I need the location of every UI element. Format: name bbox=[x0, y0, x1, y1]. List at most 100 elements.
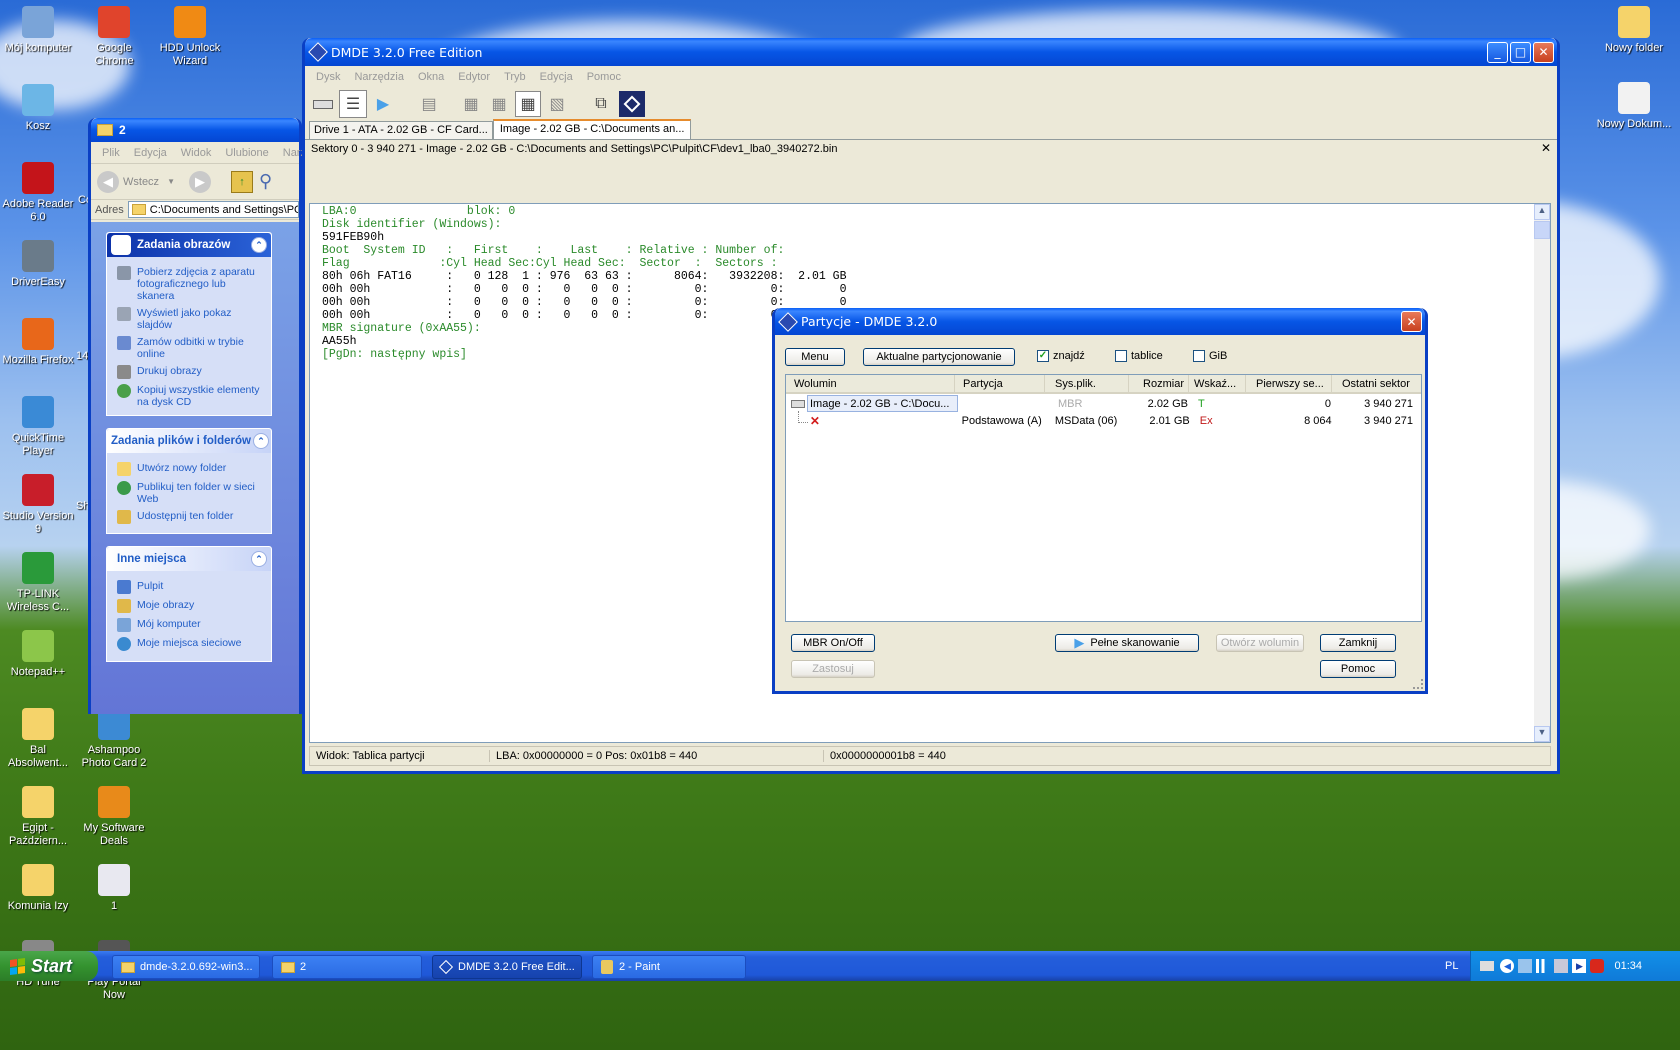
menu-edycja[interactable]: Edycja bbox=[533, 71, 580, 83]
task-link[interactable]: Udostępnij ten folder bbox=[107, 507, 271, 526]
desktop-icon[interactable]: HDD Unlock Wizard bbox=[152, 6, 228, 68]
menu-item[interactable]: Ulubione bbox=[218, 147, 275, 159]
media-icon[interactable]: ▶ bbox=[1572, 959, 1587, 973]
column-header[interactable]: Sys.plik. bbox=[1045, 375, 1129, 392]
menu-button[interactable]: Menu bbox=[785, 348, 845, 366]
partitions-list[interactable]: Wolumin Partycja Sys.plik. Rozmiar Wskaź… bbox=[785, 374, 1422, 622]
play-icon[interactable]: ▶ bbox=[371, 92, 395, 116]
column-header[interactable]: Rozmiar bbox=[1129, 375, 1189, 392]
column-header[interactable]: Ostatni sektor bbox=[1332, 375, 1418, 392]
desktop-icon[interactable]: QuickTime Player bbox=[0, 396, 76, 458]
view-list-icon[interactable]: ▦ bbox=[459, 92, 483, 116]
section-header[interactable]: Zadania obrazów ⌃ bbox=[107, 233, 271, 257]
task-link[interactable]: Wyświetl jako pokaz slajdów bbox=[107, 304, 271, 333]
menu-tryb[interactable]: Tryb bbox=[497, 71, 533, 83]
column-header[interactable]: Partycja bbox=[955, 375, 1045, 392]
desktop-icon[interactable]: Mój komputer bbox=[0, 6, 76, 55]
current-partitioning-button[interactable]: Aktualne partycjonowanie bbox=[863, 348, 1015, 366]
windows-icon[interactable]: ⧉ bbox=[587, 92, 615, 116]
view-hex-icon[interactable]: ▦ bbox=[515, 91, 541, 117]
find-checkbox[interactable]: ✓ znajdź bbox=[1037, 350, 1085, 362]
menu-item[interactable]: Plik bbox=[95, 147, 127, 159]
table-row[interactable]: Image - 2.02 GB - C:\Docu... MBR 2.02 GB… bbox=[786, 395, 1421, 412]
explorer-titlebar[interactable]: 2 bbox=[91, 118, 299, 142]
menu-narzedzia[interactable]: Narzędzia bbox=[347, 71, 411, 83]
column-header[interactable]: Pierwszy se... bbox=[1246, 375, 1332, 392]
taskbar-item-folder-2[interactable]: 2 bbox=[272, 955, 422, 979]
desktop-icon[interactable]: Kosz bbox=[0, 84, 76, 133]
language-indicator[interactable]: PL bbox=[1445, 960, 1458, 972]
collapse-icon[interactable]: ⌃ bbox=[251, 551, 267, 567]
place-link[interactable]: Mój komputer bbox=[107, 615, 271, 634]
close-button[interactable]: ✕ bbox=[1533, 41, 1554, 63]
drive-icon[interactable] bbox=[311, 92, 335, 116]
dialog-close-button[interactable]: ✕ bbox=[1401, 311, 1422, 332]
desktop-icon[interactable]: Bal Absolwent... bbox=[0, 708, 76, 770]
task-link[interactable]: Kopiuj wszystkie elementy na dysk CD bbox=[107, 381, 271, 410]
taskbar-item-dmde[interactable]: DMDE 3.2.0 Free Edit... bbox=[432, 955, 582, 979]
taskbar-item-paint[interactable]: 2 - Paint bbox=[592, 955, 746, 979]
gib-checkbox[interactable]: GiB bbox=[1193, 350, 1227, 362]
dmde-titlebar[interactable]: DMDE 3.2.0 Free Edition _ □ ✕ bbox=[305, 38, 1557, 66]
place-link[interactable]: Moje miejsca sieciowe bbox=[107, 634, 271, 653]
desktop-icon[interactable]: TP-LINK Wireless C... bbox=[0, 552, 76, 614]
place-link[interactable]: Moje obrazy bbox=[107, 596, 271, 615]
desktop-icon[interactable]: Egipt - Październ... bbox=[0, 786, 76, 848]
maximize-button[interactable]: □ bbox=[1510, 41, 1531, 63]
menu-item[interactable]: Widok bbox=[174, 147, 219, 159]
desktop-icon[interactable]: Mozilla Firefox bbox=[0, 318, 76, 367]
up-folder-icon[interactable]: ↑ bbox=[230, 170, 253, 193]
desktop-icon[interactable]: Notepad++ bbox=[0, 630, 76, 679]
search-icon[interactable]: ⚲ bbox=[259, 171, 272, 192]
collapse-icon[interactable]: ⌃ bbox=[253, 433, 269, 449]
column-header[interactable]: Wskaź... bbox=[1189, 375, 1246, 392]
task-link[interactable]: Publikuj ten folder w sieci Web bbox=[107, 478, 271, 507]
menu-pomoc[interactable]: Pomoc bbox=[580, 71, 628, 83]
scroll-down-arrow-icon[interactable]: ▼ bbox=[1534, 726, 1550, 742]
network-icon[interactable] bbox=[1518, 959, 1533, 973]
task-link[interactable]: Drukuj obrazy bbox=[107, 362, 271, 381]
scroll-up-arrow-icon[interactable]: ▲ bbox=[1534, 204, 1550, 220]
file-icon[interactable]: ▤ bbox=[417, 92, 441, 116]
mbr-onoff-button[interactable]: MBR On/Off bbox=[791, 634, 875, 652]
tab-image[interactable]: Image - 2.02 GB - C:\Documents an... bbox=[492, 119, 692, 139]
dialog-titlebar[interactable]: Partycje - DMDE 3.2.0 ✕ bbox=[775, 308, 1425, 335]
forward-arrow-icon[interactable]: ▶ bbox=[188, 170, 211, 193]
desktop-icon[interactable]: Nowy Dokum... bbox=[1596, 82, 1672, 131]
address-input[interactable]: C:\Documents and Settings\PC\ bbox=[127, 201, 299, 218]
task-link[interactable]: Utwórz nowy folder bbox=[107, 459, 271, 478]
keyboard-icon[interactable] bbox=[1480, 961, 1495, 971]
menu-item[interactable]: Edycja bbox=[127, 147, 174, 159]
table-row[interactable]: ✕ Podstawowa (A) MSData (06) 2.01 GB Ex … bbox=[786, 410, 1421, 429]
start-button[interactable]: Start bbox=[0, 951, 98, 981]
signal-icon[interactable] bbox=[1536, 959, 1551, 973]
place-link[interactable]: Pulpit bbox=[107, 577, 271, 596]
vertical-scrollbar[interactable]: ▲ ▼ bbox=[1534, 204, 1550, 742]
view-search-icon[interactable]: ▧ bbox=[545, 92, 569, 116]
back-arrow-icon[interactable]: ◀ bbox=[1500, 959, 1515, 973]
menu-edytor[interactable]: Edytor bbox=[451, 71, 497, 83]
desktop-icon[interactable]: Adobe Reader 6.0 bbox=[0, 162, 76, 224]
full-scan-button[interactable]: ▶ Pełne skanowanie bbox=[1055, 634, 1199, 652]
section-header[interactable]: Zadania plików i folderów ⌃ bbox=[107, 429, 271, 453]
close-tab-icon[interactable]: ✕ bbox=[1541, 141, 1551, 155]
taskbar-item-dmde-folder[interactable]: dmde-3.2.0.692-win3... bbox=[112, 955, 260, 979]
desktop-icon[interactable]: DriverEasy bbox=[0, 240, 76, 289]
view-details-icon[interactable]: ▦ bbox=[487, 92, 511, 116]
desktop-icon[interactable]: Google Chrome bbox=[76, 6, 152, 68]
help-button[interactable]: Pomoc bbox=[1320, 660, 1396, 678]
desktop-icon[interactable]: Ashampoo Photo Card 2 bbox=[76, 708, 152, 770]
scroll-thumb[interactable] bbox=[1534, 221, 1550, 239]
desktop-icon[interactable]: Komunia Izy bbox=[0, 864, 76, 913]
desktop-icon[interactable]: My Software Deals bbox=[76, 786, 152, 848]
desktop-icon[interactable]: 1 bbox=[76, 864, 152, 913]
menu-dysk[interactable]: Dysk bbox=[309, 71, 347, 83]
dmde-logo-icon[interactable] bbox=[619, 91, 645, 117]
antivirus-icon[interactable] bbox=[1590, 959, 1605, 973]
partitions-icon[interactable]: ☰ bbox=[339, 90, 367, 118]
tables-checkbox[interactable]: tablice bbox=[1115, 350, 1163, 362]
menu-okna[interactable]: Okna bbox=[411, 71, 451, 83]
clock[interactable]: 01:34 bbox=[1614, 960, 1642, 972]
task-link[interactable]: Zamów odbitki w trybie online bbox=[107, 333, 271, 362]
minimize-button[interactable]: _ bbox=[1487, 41, 1508, 63]
